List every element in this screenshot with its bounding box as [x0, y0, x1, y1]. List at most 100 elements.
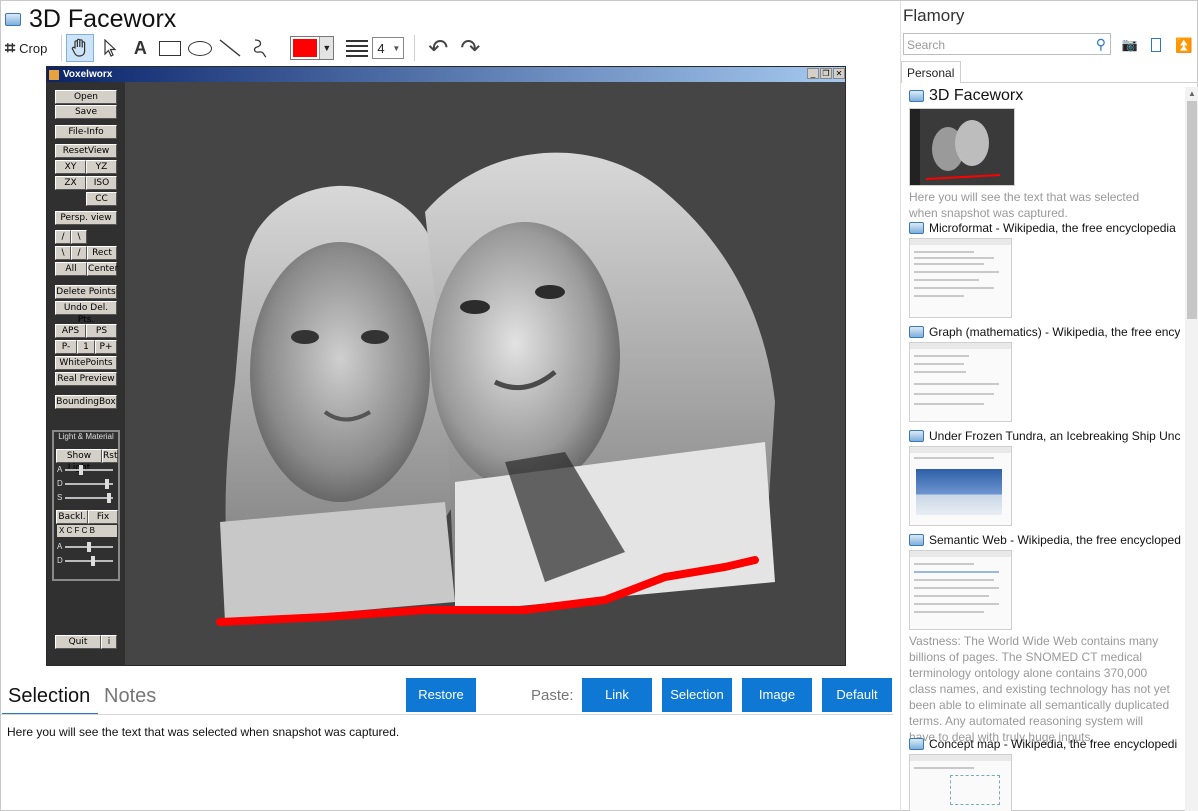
restore-button[interactable]: Restore: [406, 678, 476, 712]
window-controls: _ ❐ ✕: [807, 68, 845, 79]
entry-thumbnail: [909, 446, 1012, 526]
save-button: Save: [55, 105, 117, 119]
list-item[interactable]: Semantic Web - Wikipedia, the free encyc…: [909, 533, 1181, 745]
yz-button: YZ: [86, 160, 117, 174]
list-item[interactable]: 3D Faceworx Here you will see the text t…: [909, 87, 1181, 221]
chevron-down-icon: ▼: [392, 43, 401, 53]
light-mode-radios: X C F C B: [57, 525, 117, 537]
paste-link-button[interactable]: Link: [582, 678, 652, 712]
cc-button: CC: [86, 192, 117, 206]
reset-view-button: ResetView: [55, 144, 117, 158]
color-picker[interactable]: ▼: [290, 36, 335, 60]
voxelworx-control-panel: Open Save File-Info ResetView XY YZ ZX I…: [47, 82, 125, 665]
scroll-up-icon[interactable]: ▲: [1185, 87, 1198, 101]
selection-text[interactable]: Here you will see the text that was sele…: [7, 725, 399, 739]
info-button: i: [101, 635, 117, 649]
face-scan-image: [216, 152, 775, 626]
open-button: Open: [55, 90, 117, 104]
tab-personal[interactable]: Personal: [901, 61, 961, 83]
tab-selection[interactable]: Selection: [8, 685, 90, 708]
rectangle-tool-button[interactable]: [156, 34, 184, 62]
list-item[interactable]: Under Frozen Tundra, an Icebreaking Ship…: [909, 429, 1181, 526]
snapshot-icon: [909, 534, 924, 546]
entry-title: Graph (mathematics) - Wikipedia, the fre…: [929, 325, 1181, 339]
ellipse-icon: [188, 40, 213, 56]
annotation-toolbar: ⌗ Crop A ▼ 4 ▼ ↶ ↷: [5, 34, 483, 62]
slider-d2-label: D: [57, 556, 63, 565]
entry-title: Concept map - Wikipedia, the free encycl…: [929, 737, 1178, 751]
toolbar-divider: [414, 35, 416, 61]
hand-tool-button[interactable]: [66, 34, 95, 62]
flamory-sidebar: Flamory Search ⚲ 📷 ⏫ Personal 3D Facewor…: [900, 1, 1198, 811]
all-button: All: [55, 262, 87, 276]
concept-map-graphic: [950, 775, 1000, 805]
sidebar-scrollbar[interactable]: ▲: [1185, 87, 1198, 811]
divider: [961, 82, 1198, 83]
search-icon[interactable]: ⚲: [1096, 36, 1106, 53]
snapshot-icon: [909, 222, 924, 234]
3d-face-render: [125, 82, 845, 665]
redo-button[interactable]: ↷: [457, 34, 483, 63]
file-info-button: File-Info: [55, 125, 117, 139]
line-width-select[interactable]: 4 ▼: [372, 37, 405, 59]
snapshot-image[interactable]: Voxelworx _ ❐ ✕ Open Save File-Info Rese…: [46, 66, 846, 666]
xy-button: XY: [55, 160, 86, 174]
slider-d2: D: [57, 556, 115, 566]
white-points-button: WhitePoints: [55, 356, 117, 370]
entry-thumbnail: [909, 342, 1012, 422]
snapshot-icon: [909, 90, 924, 102]
zx-button: ZX: [55, 176, 86, 190]
scroll-thumb[interactable]: [1187, 101, 1197, 319]
slider-a2-label: A: [57, 542, 63, 551]
paste-default-button[interactable]: Default: [822, 678, 892, 712]
aps-button: APS: [55, 324, 86, 338]
slider-d: D: [57, 479, 115, 489]
rst-button: Rst: [102, 449, 118, 463]
list-item[interactable]: Microformat - Wikipedia, the free encycl…: [909, 221, 1181, 318]
upload-icon[interactable]: ⏫: [1175, 36, 1193, 54]
entry-title: Under Frozen Tundra, an Icebreaking Ship…: [929, 429, 1181, 443]
camera-icon[interactable]: 📷: [1121, 36, 1139, 54]
rectangle-icon: [159, 40, 182, 56]
list-item[interactable]: Concept map - Wikipedia, the free encycl…: [909, 737, 1181, 811]
tab-notes[interactable]: Notes: [104, 685, 156, 708]
document-icon[interactable]: [1147, 36, 1165, 54]
paste-image-button[interactable]: Image: [742, 678, 812, 712]
ship-photo: [916, 469, 1002, 515]
select-slash-button-2: /: [71, 246, 87, 260]
slider-d-label: D: [57, 479, 63, 488]
slider-s: S: [57, 493, 115, 503]
restore-icon: ❐: [820, 68, 832, 79]
slider-s-label: S: [57, 493, 63, 502]
ellipse-tool-button[interactable]: [186, 34, 214, 62]
text-icon: A: [133, 37, 147, 58]
real-preview-button: Real Preview: [55, 372, 117, 386]
undo-button[interactable]: ↶: [425, 34, 451, 63]
toolbar-divider: [61, 35, 63, 61]
search-input[interactable]: Search ⚲: [903, 33, 1111, 55]
select-backslash-button: \: [71, 230, 87, 244]
divider: [1, 714, 893, 715]
app-icon: [49, 69, 59, 80]
list-item[interactable]: Graph (mathematics) - Wikipedia, the fre…: [909, 325, 1181, 422]
voxelworx-title: Voxelworx: [63, 69, 113, 80]
select-backslash-button-2: \: [55, 246, 71, 260]
pointer-tool-button[interactable]: [96, 34, 124, 62]
crop-button[interactable]: ⌗ Crop: [5, 38, 47, 59]
close-icon: ✕: [833, 68, 845, 79]
line-width-value: 4: [377, 40, 385, 56]
line-tool-button[interactable]: [216, 34, 244, 62]
freehand-tool-button[interactable]: [246, 34, 274, 62]
entry-thumbnail: [909, 550, 1012, 630]
entry-description: Here you will see the text that was sele…: [909, 190, 1140, 220]
paste-selection-button[interactable]: Selection: [662, 678, 732, 712]
fix-button: Fix: [88, 510, 118, 524]
entry-header: Microformat - Wikipedia, the free encycl…: [909, 221, 1181, 235]
redo-icon: ↷: [460, 34, 481, 62]
pointer-icon: [104, 39, 117, 57]
chevron-down-icon: ▼: [319, 37, 334, 59]
entry-header: Semantic Web - Wikipedia, the free encyc…: [909, 533, 1181, 547]
snapshot-icon: [5, 12, 21, 26]
iso-button: ISO: [86, 176, 117, 190]
text-tool-button[interactable]: A: [126, 34, 154, 62]
